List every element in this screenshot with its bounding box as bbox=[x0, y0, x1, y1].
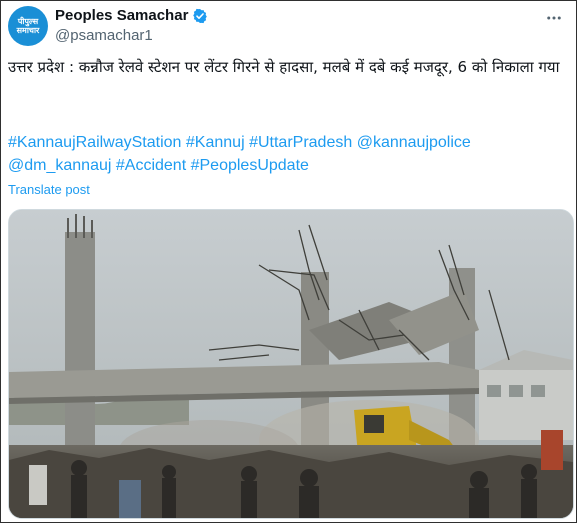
avatar-logo-text: पीपुल्स समाचार bbox=[16, 17, 40, 35]
hashtag-link[interactable]: #UttarPradesh bbox=[249, 134, 352, 151]
hashtag-link[interactable]: #Accident bbox=[116, 157, 186, 174]
avatar[interactable]: पीपुल्स समाचार bbox=[8, 6, 48, 46]
more-horizontal-icon[interactable] bbox=[544, 8, 564, 28]
user-handle[interactable]: @psamachar1 bbox=[55, 27, 153, 45]
tweet-card: पीपुल्स समाचार Peoples Samachar @psamach… bbox=[0, 0, 577, 523]
name-row: Peoples Samachar bbox=[55, 7, 208, 25]
collapsed-structure-photo bbox=[9, 210, 573, 518]
tweet-header: पीपुल्स समाचार Peoples Samachar @psamach… bbox=[8, 6, 568, 46]
hashtag-link[interactable]: #PeoplesUpdate bbox=[191, 157, 309, 174]
display-name[interactable]: Peoples Samachar bbox=[55, 7, 188, 25]
hashtag-link[interactable]: #KannaujRailwayStation bbox=[8, 134, 181, 151]
mention-link[interactable]: @kannaujpolice bbox=[357, 134, 471, 151]
hashtag-list: #KannaujRailwayStation #Kannuj #UttarPra… bbox=[8, 131, 568, 177]
verified-badge-icon bbox=[192, 8, 208, 24]
mention-link[interactable]: @dm_kannauj bbox=[8, 157, 111, 174]
hashtag-link[interactable]: #Kannuj bbox=[186, 134, 245, 151]
post-photo[interactable] bbox=[8, 209, 574, 519]
tweet-text: उत्तर प्रदेश : कन्नौज रेलवे स्टेशन पर ले… bbox=[8, 58, 560, 76]
translate-post-link[interactable]: Translate post bbox=[8, 182, 90, 197]
